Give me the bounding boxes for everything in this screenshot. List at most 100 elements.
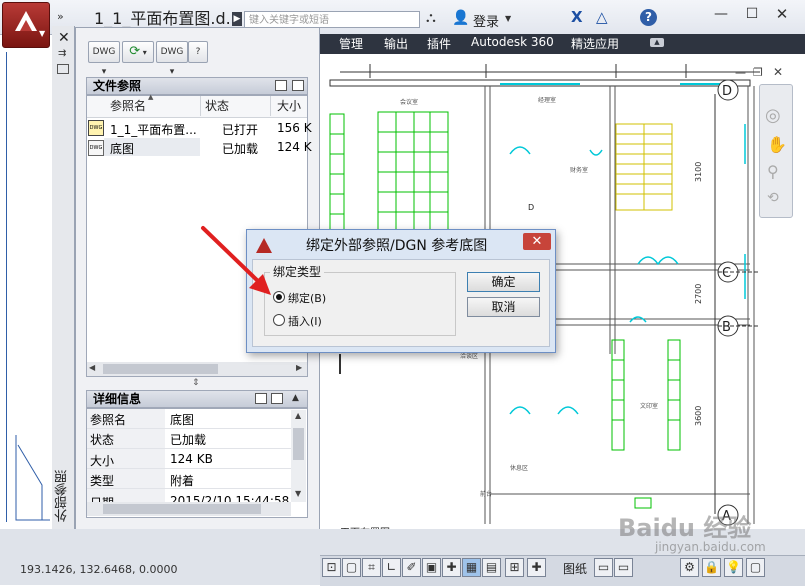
polar-tracking-icon[interactable]: ✐ bbox=[402, 558, 421, 577]
drawing-restore-icon[interactable]: ❐ bbox=[753, 66, 763, 79]
binoculars-icon[interactable]: ⛬ bbox=[426, 10, 436, 26]
tab-output[interactable]: 输出 bbox=[384, 35, 408, 52]
grid-label-b: B bbox=[722, 320, 731, 335]
lock-icon[interactable]: 🔒 bbox=[702, 558, 721, 577]
auto-hide-icon[interactable]: ⇉ bbox=[58, 48, 66, 59]
grid-display-icon[interactable]: ⌗ bbox=[362, 558, 381, 577]
svg-text:休息区: 休息区 bbox=[510, 464, 528, 472]
steering-wheel-icon[interactable]: ◎ bbox=[765, 105, 781, 126]
preview-view-icon[interactable] bbox=[271, 393, 283, 404]
maximize-icon[interactable]: ☐ bbox=[740, 4, 764, 24]
orbit-icon[interactable]: ⟲ bbox=[767, 190, 779, 206]
table-row-name[interactable]: 底图 bbox=[110, 140, 134, 157]
application-menu-button[interactable]: ▼ bbox=[2, 2, 50, 48]
attach-dwg-button[interactable]: DWG ▾ bbox=[88, 41, 120, 77]
scrollbar-thumb[interactable] bbox=[103, 504, 261, 514]
scroll-left-icon[interactable]: ◀ bbox=[89, 363, 95, 372]
transparency-icon[interactable]: ▤ bbox=[482, 558, 501, 577]
radio-insert-label[interactable]: 插入(I) bbox=[288, 313, 322, 329]
svg-text:经理室: 经理室 bbox=[538, 96, 556, 104]
user-icon[interactable]: 👤 bbox=[452, 10, 469, 26]
detail-value[interactable]: 底图 bbox=[170, 411, 194, 428]
column-status[interactable]: 状态 bbox=[205, 97, 229, 114]
column-ref-name[interactable]: 参照名 bbox=[110, 97, 146, 114]
column-size[interactable]: 大小 bbox=[277, 97, 301, 114]
object-snap-icon[interactable]: ▣ bbox=[422, 558, 441, 577]
refresh-icon: ⟳ bbox=[129, 44, 141, 59]
paper-model-toggle[interactable]: 图纸 bbox=[563, 560, 587, 577]
tab-plugins[interactable]: 插件 bbox=[427, 35, 451, 52]
details-view-icon[interactable] bbox=[255, 393, 267, 404]
ok-button[interactable]: 确定 bbox=[467, 272, 540, 292]
cancel-button[interactable]: 取消 bbox=[467, 297, 540, 317]
close-icon[interactable]: ✕ bbox=[58, 30, 70, 46]
collapse-icon[interactable]: ▲ bbox=[292, 393, 299, 403]
table-row-name[interactable]: 1_1_平面布置... bbox=[110, 121, 197, 138]
drawing-close-icon[interactable]: ✕ bbox=[773, 65, 783, 79]
search-input[interactable]: 键入关键字或短语 bbox=[244, 11, 420, 28]
list-view-icon[interactable] bbox=[275, 80, 287, 91]
quick-view-drawings-icon[interactable]: ▭ bbox=[614, 558, 633, 577]
table-row-status: 已打开 bbox=[222, 123, 259, 137]
chevron-down-icon[interactable]: ▼ bbox=[505, 14, 511, 23]
isolate-objects-icon[interactable]: 💡 bbox=[724, 558, 743, 577]
change-path-button[interactable]: DWG ▾ bbox=[156, 41, 188, 77]
a360-icon[interactable]: △ bbox=[596, 8, 608, 26]
column-separator bbox=[270, 96, 271, 116]
scroll-up-icon[interactable]: ▲ bbox=[295, 411, 301, 420]
ortho-mode-icon[interactable]: ∟ bbox=[382, 558, 401, 577]
scroll-right-icon[interactable]: ▶ bbox=[296, 363, 302, 372]
tab-featured-apps[interactable]: 精选应用 bbox=[571, 35, 619, 52]
dialog-close-button[interactable]: ✕ bbox=[523, 233, 551, 250]
change-path-icon: DWG bbox=[160, 47, 184, 57]
scrollbar-thumb[interactable] bbox=[103, 364, 218, 374]
detail-key: 状态 bbox=[90, 433, 115, 447]
svg-text:洽谈区: 洽谈区 bbox=[460, 352, 478, 360]
autocad-logo-inner bbox=[20, 20, 32, 31]
dwg-master-icon: DWG bbox=[88, 120, 104, 136]
radio-insert[interactable] bbox=[273, 314, 285, 326]
drawing-border-line bbox=[6, 52, 7, 522]
details-title: 详细信息 bbox=[93, 392, 142, 406]
ribbon-toggle-icon[interactable]: ▲ bbox=[650, 38, 664, 47]
svg-text:前台: 前台 bbox=[480, 490, 492, 498]
refresh-button[interactable]: ⟳ ▾ bbox=[122, 41, 154, 63]
tree-view-icon[interactable] bbox=[292, 80, 304, 91]
pane-splitter-icon[interactable]: ⇕ bbox=[192, 378, 200, 388]
quick-access-expand-icon[interactable]: » bbox=[57, 10, 64, 23]
help-icon[interactable]: ? bbox=[640, 9, 657, 26]
snap-mode-icon[interactable]: ▢ bbox=[342, 558, 361, 577]
attach-dwg-icon: DWG bbox=[92, 47, 116, 57]
palette-properties-icon[interactable] bbox=[57, 64, 69, 74]
radio-bind-label[interactable]: 绑定(B) bbox=[288, 290, 326, 306]
quick-view-layouts-icon[interactable]: ▭ bbox=[594, 558, 613, 577]
detail-value[interactable]: 附着 bbox=[170, 472, 194, 489]
dwg-file-icon: DWG bbox=[88, 140, 104, 156]
watermark-url: jingyan.baidu.com bbox=[655, 540, 766, 554]
workspace-icon[interactable]: ⚙ bbox=[680, 558, 699, 577]
table-row-size: 124 K bbox=[277, 140, 312, 154]
selection-cycling-icon[interactable]: ⊞ bbox=[505, 558, 524, 577]
help-button[interactable]: ? bbox=[188, 41, 208, 63]
drawing-minimize-icon[interactable]: — bbox=[735, 66, 746, 79]
tab-autodesk-360[interactable]: Autodesk 360 bbox=[471, 35, 554, 49]
login-button[interactable]: 登录 bbox=[473, 11, 499, 30]
title-expand-icon[interactable]: ▶ bbox=[232, 12, 242, 26]
grid-label-c: C bbox=[722, 266, 731, 281]
scrollbar-thumb[interactable] bbox=[293, 428, 304, 460]
tab-manage[interactable]: 管理 bbox=[339, 35, 363, 52]
crosshair-icon[interactable]: ✚ bbox=[442, 558, 461, 577]
scroll-down-icon[interactable]: ▼ bbox=[295, 489, 301, 498]
exchange-apps-icon[interactable]: X bbox=[571, 8, 583, 26]
infer-constraints-icon[interactable]: ⊡ bbox=[322, 558, 341, 577]
coordinates-readout[interactable]: 193.1426, 132.6468, 0.0000 bbox=[20, 563, 177, 576]
svg-text:财务室: 财务室 bbox=[570, 166, 588, 174]
pan-hand-icon[interactable]: ✋ bbox=[767, 135, 787, 154]
lineweight-icon[interactable]: ▦ bbox=[462, 558, 481, 577]
minimize-icon[interactable]: — bbox=[709, 4, 733, 24]
annotation-monitor-icon[interactable]: ✚ bbox=[527, 558, 546, 577]
chevron-down-icon: ▼ bbox=[39, 29, 46, 38]
close-icon[interactable]: ✕ bbox=[770, 4, 794, 24]
zoom-icon[interactable]: ⚲ bbox=[767, 162, 779, 181]
clean-screen-icon[interactable]: ▢ bbox=[746, 558, 765, 577]
